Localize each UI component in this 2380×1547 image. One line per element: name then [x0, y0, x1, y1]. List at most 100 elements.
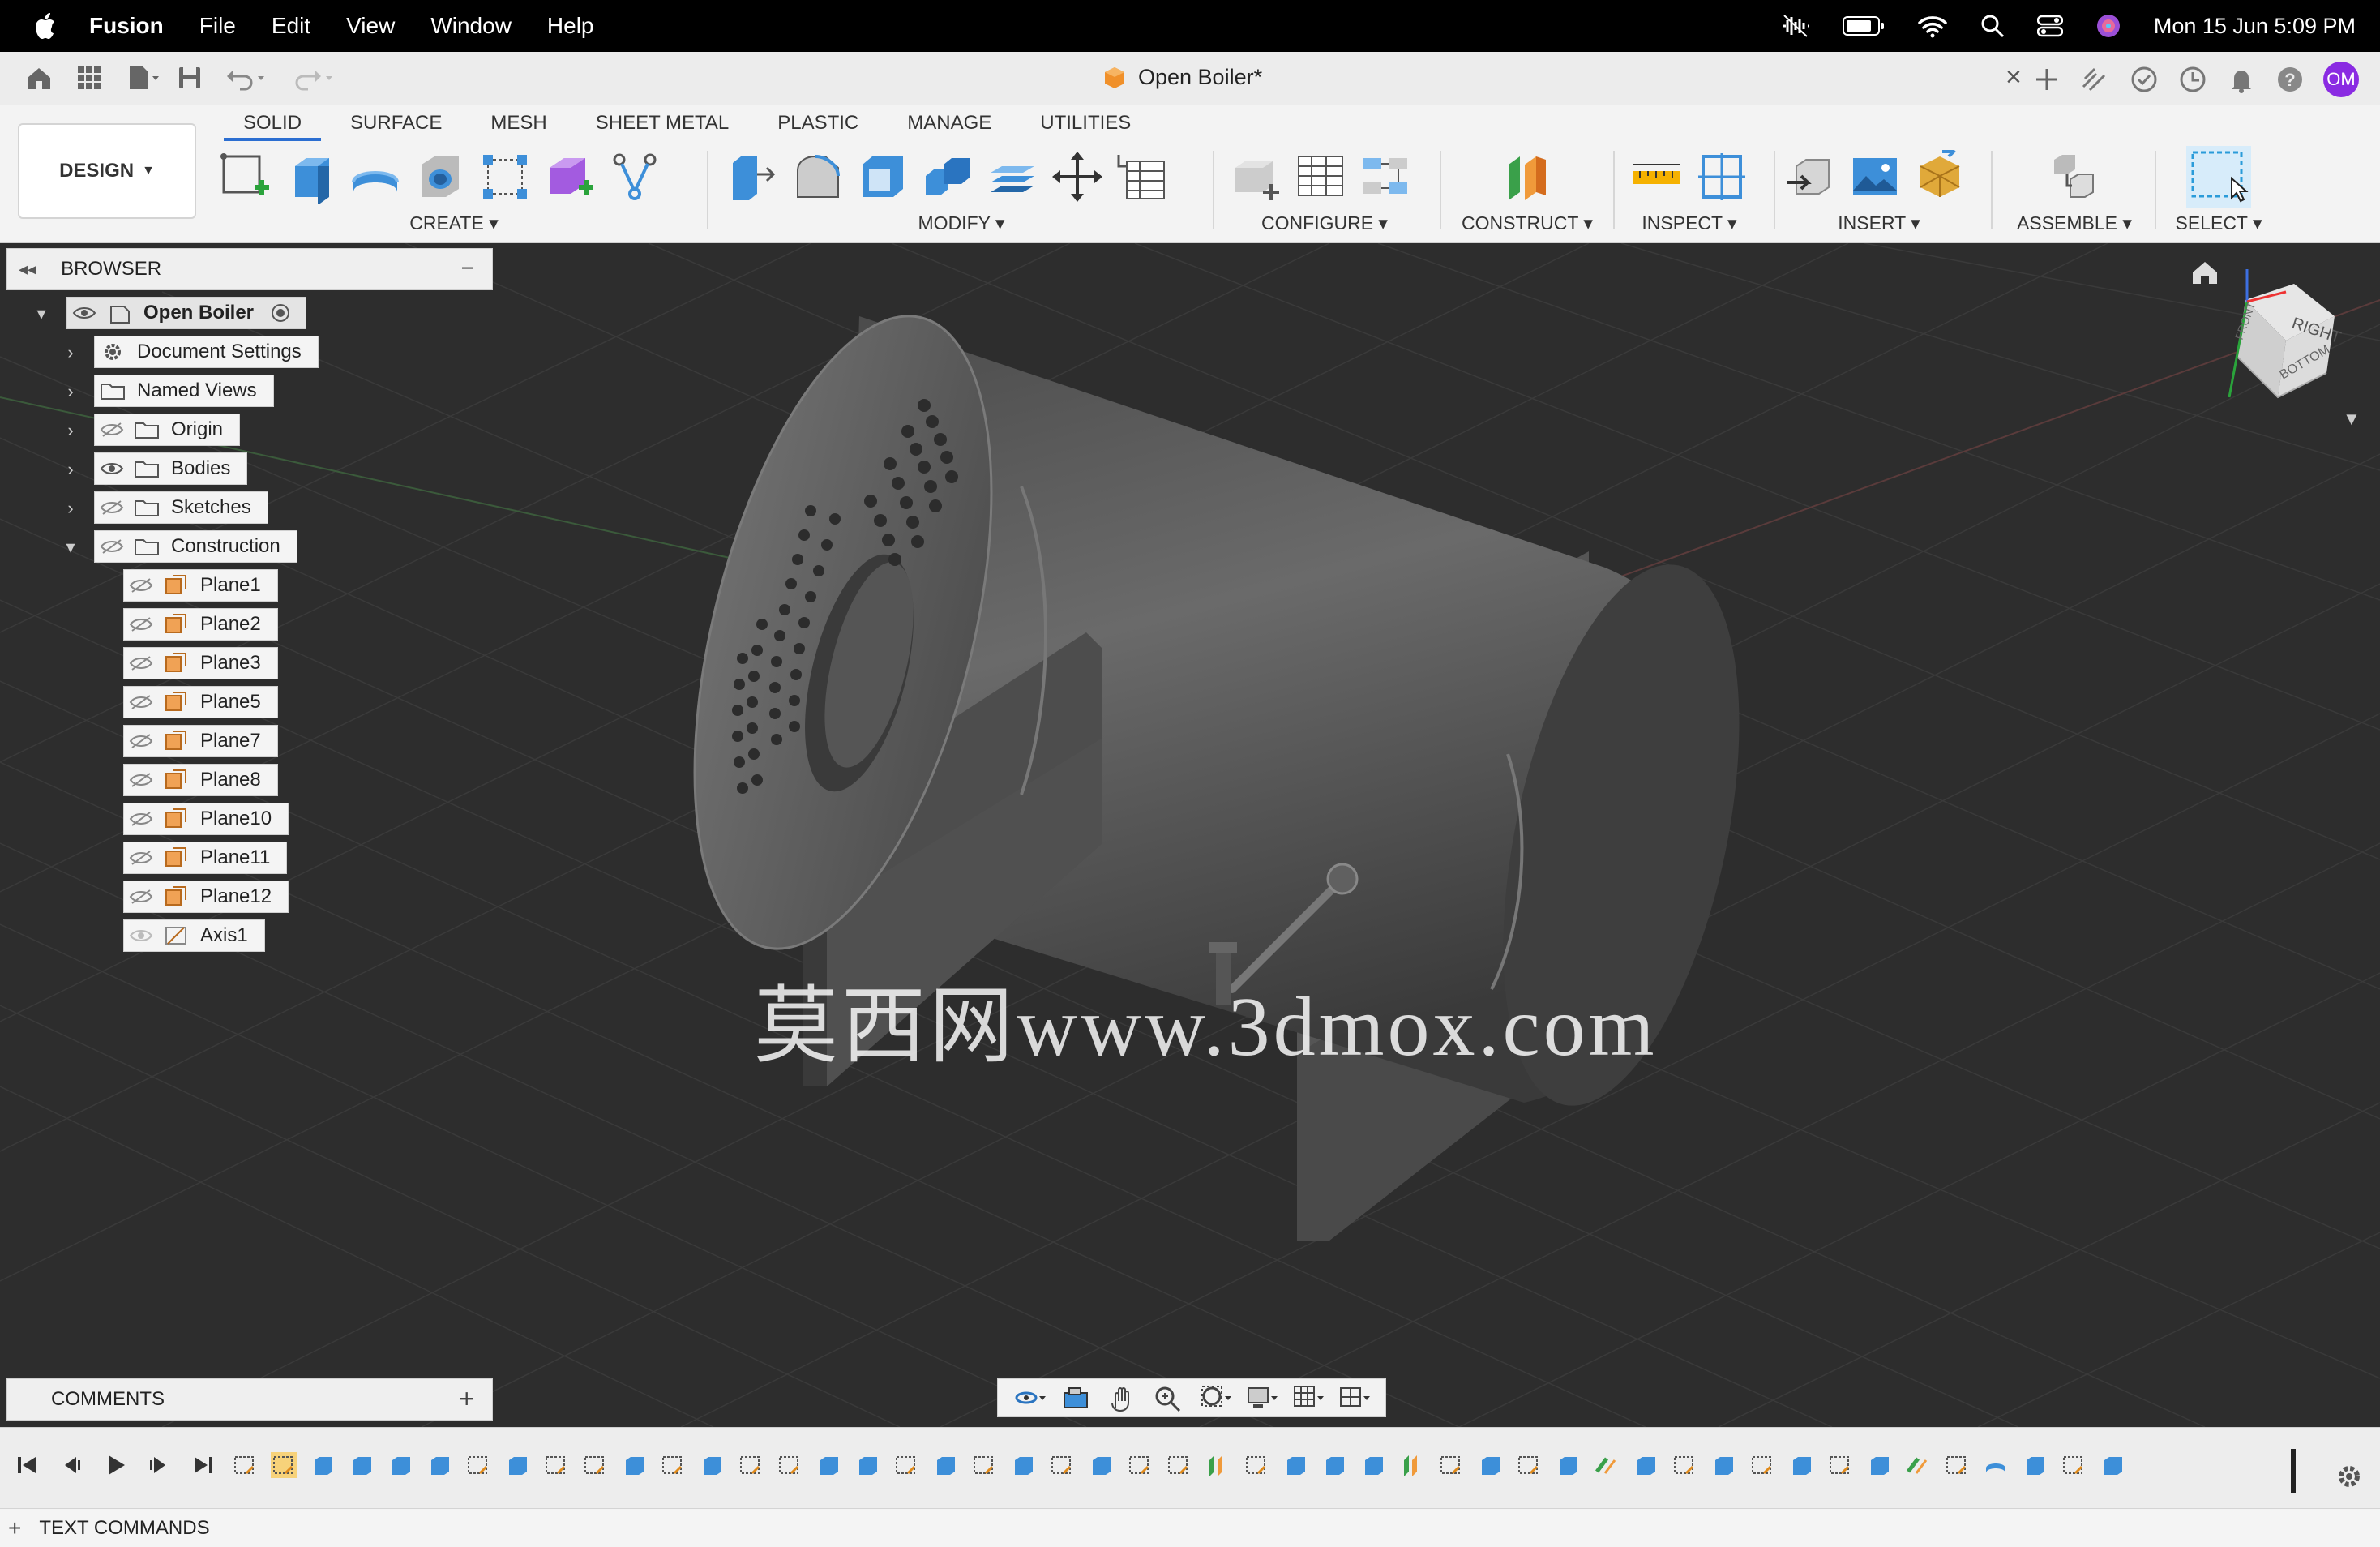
- play-icon[interactable]: [102, 1452, 128, 1478]
- hole-icon[interactable]: [413, 150, 467, 204]
- timeline-sketch-feature-icon[interactable]: [232, 1452, 258, 1478]
- insert-mesh-icon[interactable]: [1913, 145, 1967, 204]
- save-icon[interactable]: [175, 63, 204, 92]
- apple-icon[interactable]: [32, 10, 65, 42]
- timeline-extrude-feature-icon[interactable]: [932, 1452, 958, 1478]
- expand-arrow-icon[interactable]: ›: [60, 342, 81, 363]
- timeline-sketch-feature-icon[interactable]: [1049, 1452, 1075, 1478]
- timeline-extrude-feature-icon[interactable]: [1477, 1452, 1503, 1478]
- timeline-extrude-feature-icon[interactable]: [854, 1452, 880, 1478]
- menu-file[interactable]: File: [199, 13, 236, 39]
- tree-construction-plane[interactable]: Plane2: [123, 608, 278, 641]
- configure-design-icon[interactable]: [1229, 150, 1282, 204]
- hidden-eye-icon[interactable]: [95, 534, 129, 559]
- tree-document-settings[interactable]: Document Settings: [94, 336, 319, 368]
- create-form-icon[interactable]: [543, 150, 597, 204]
- control-center-icon[interactable]: [2036, 14, 2063, 38]
- menu-app-fusion[interactable]: Fusion: [89, 13, 164, 39]
- tree-bodies[interactable]: Bodies: [94, 452, 248, 485]
- zoom-icon[interactable]: [1152, 1383, 1184, 1412]
- user-avatar[interactable]: OM: [2323, 62, 2359, 97]
- timeline-sketch-feature-icon[interactable]: [777, 1452, 803, 1478]
- tree-construction-plane[interactable]: Plane10: [123, 803, 289, 835]
- hidden-eye-icon[interactable]: [124, 767, 158, 793]
- home-icon[interactable]: [24, 63, 54, 92]
- timeline-extrude-feature-icon[interactable]: [349, 1452, 375, 1478]
- clock-history-icon[interactable]: [2177, 64, 2208, 95]
- close-tab-icon[interactable]: ×: [2005, 62, 2022, 93]
- construct-menu-label[interactable]: CONSTRUCT ▾: [1459, 212, 1595, 234]
- tree-construction-plane[interactable]: Plane8: [123, 764, 278, 796]
- timeline-sketch-feature-icon[interactable]: [971, 1452, 997, 1478]
- timeline-sketch-feature-icon[interactable]: [738, 1452, 764, 1478]
- tab-plastic[interactable]: PLASTIC: [753, 105, 883, 141]
- viewport-canvas[interactable]: [0, 243, 2380, 1427]
- derive-icon[interactable]: [608, 150, 661, 204]
- pattern-icon[interactable]: [478, 150, 532, 204]
- tree-origin[interactable]: Origin: [94, 414, 241, 446]
- configuration-table-icon[interactable]: [1294, 150, 1347, 204]
- hidden-eye-icon[interactable]: [124, 611, 158, 637]
- expand-root-arrow[interactable]: ▾: [31, 303, 52, 324]
- viewcube-home-icon[interactable]: [2190, 258, 2219, 287]
- collapse-arrow-icon[interactable]: ▾: [60, 537, 81, 558]
- timeline-extrude-feature-icon[interactable]: [504, 1452, 530, 1478]
- offset-face-icon[interactable]: [986, 150, 1039, 204]
- fillet-icon[interactable]: [791, 150, 845, 204]
- activate-radio-icon[interactable]: [272, 304, 290, 322]
- timeline-extrude-feature-icon[interactable]: [621, 1452, 647, 1478]
- fit-view-icon[interactable]: [1199, 1383, 1231, 1412]
- canvas-image-icon[interactable]: [1848, 150, 1902, 204]
- tree-construction-plane[interactable]: Plane11: [123, 842, 288, 874]
- timeline-sketch-feature-icon[interactable]: [893, 1452, 919, 1478]
- select-menu-label[interactable]: SELECT ▾: [2166, 212, 2271, 234]
- spotlight-search-icon[interactable]: [1980, 14, 2005, 38]
- timeline-extrude-feature-icon[interactable]: [699, 1452, 725, 1478]
- extrude-icon[interactable]: [284, 150, 337, 205]
- viewcube-menu-chevron-icon[interactable]: ▼: [2343, 409, 2361, 430]
- extensions-icon[interactable]: [2080, 64, 2111, 95]
- combine-icon[interactable]: [921, 150, 974, 204]
- expand-arrow-icon[interactable]: ›: [60, 381, 81, 402]
- timeline-plane-feature-icon[interactable]: [1205, 1452, 1231, 1478]
- tab-utilities[interactable]: UTILITIES: [1016, 105, 1155, 141]
- hidden-eye-icon[interactable]: [124, 884, 158, 910]
- timeline-sketch-feature-icon[interactable]: [543, 1452, 569, 1478]
- timeline-sketch-feature-icon[interactable]: [1944, 1452, 1970, 1478]
- expand-arrow-icon[interactable]: ›: [60, 498, 81, 519]
- menu-edit[interactable]: Edit: [272, 13, 310, 39]
- hidden-eye-icon[interactable]: [124, 689, 158, 715]
- orbit-icon[interactable]: [1013, 1383, 1046, 1412]
- tab-manage[interactable]: MANAGE: [883, 105, 1016, 141]
- menu-window[interactable]: Window: [430, 13, 512, 39]
- offset-plane-icon[interactable]: [1500, 150, 1554, 204]
- voice-control-icon[interactable]: [1781, 14, 1810, 38]
- timeline-sketch-feature-icon[interactable]: [465, 1452, 491, 1478]
- siri-icon[interactable]: [2095, 13, 2121, 39]
- insert-derive-icon[interactable]: [1783, 150, 1837, 204]
- timeline-extrude-feature-icon[interactable]: [1010, 1452, 1036, 1478]
- tab-mesh[interactable]: MESH: [466, 105, 571, 141]
- timeline-axis-feature-icon[interactable]: [1905, 1452, 1931, 1478]
- change-parameters-icon[interactable]: [1115, 150, 1169, 204]
- tree-construction-plane[interactable]: Plane5: [123, 686, 278, 718]
- hidden-eye-icon[interactable]: [95, 495, 129, 521]
- visible-eye-icon[interactable]: [67, 300, 101, 326]
- inspect-menu-label[interactable]: INSPECT ▾: [1624, 212, 1754, 234]
- create-sketch-icon[interactable]: [219, 150, 272, 204]
- timeline-settings-gear-icon[interactable]: [2335, 1462, 2364, 1491]
- timeline-sketch-feature-icon[interactable]: [1672, 1452, 1697, 1478]
- redo-icon[interactable]: [292, 63, 337, 92]
- revolve-icon[interactable]: [349, 150, 402, 204]
- tree-construction-plane[interactable]: Plane7: [123, 725, 278, 757]
- timeline-sketch-feature-icon[interactable]: [582, 1452, 608, 1478]
- job-status-icon[interactable]: [2129, 64, 2160, 95]
- timeline-extrude-feature-icon[interactable]: [2022, 1452, 2048, 1478]
- timeline-plane-feature-icon[interactable]: [1399, 1452, 1425, 1478]
- timeline-sketch-feature-icon[interactable]: [1749, 1452, 1775, 1478]
- press-pull-icon[interactable]: [726, 150, 780, 204]
- new-component-icon[interactable]: [2048, 150, 2101, 204]
- add-comment-icon[interactable]: +: [459, 1384, 474, 1414]
- comments-panel-header[interactable]: COMMENTS +: [6, 1378, 493, 1421]
- configuration-rules-icon[interactable]: [1359, 150, 1412, 204]
